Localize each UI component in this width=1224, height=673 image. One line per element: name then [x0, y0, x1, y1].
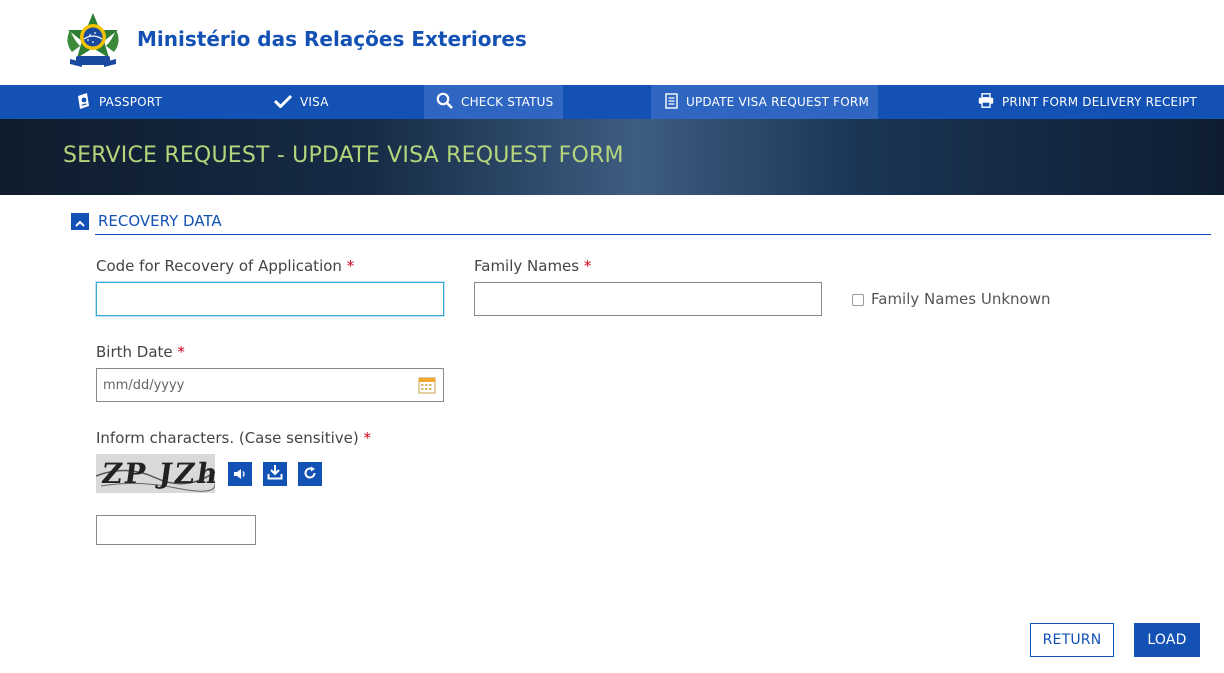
captcha-audio-button[interactable] [228, 462, 252, 486]
section-divider [95, 234, 1211, 235]
refresh-icon [303, 465, 317, 484]
nav-label-update-visa-request-form: UPDATE VISA REQUEST FORM [686, 95, 869, 109]
family-names-label: Family Names * [474, 257, 591, 275]
site-header: Ministério das Relações Exteriores [0, 0, 1224, 85]
nav-item-passport[interactable]: PASSPORT [76, 85, 162, 119]
captcha-refresh-button[interactable] [298, 462, 322, 486]
captcha-label-text: Inform characters. (Case sensitive) [96, 429, 359, 447]
load-button[interactable]: LOAD [1134, 623, 1200, 657]
family-names-input[interactable] [474, 282, 822, 316]
birth-date-label: Birth Date * [96, 343, 185, 361]
coat-of-arms-logo [62, 12, 124, 70]
document-icon [665, 92, 686, 112]
required-marker: * [346, 257, 355, 275]
printer-icon [978, 93, 1002, 111]
section-toggle-button[interactable] [71, 213, 89, 230]
download-icon [267, 464, 283, 484]
ministry-title: Ministério das Relações Exteriores [137, 27, 527, 51]
return-button[interactable]: RETURN [1030, 623, 1114, 657]
captcha-label: Inform characters. (Case sensitive) * [96, 429, 371, 447]
speaker-icon [233, 465, 247, 484]
recovery-code-label-text: Code for Recovery of Application [96, 257, 342, 275]
nav-label-print-form-delivery-receipt: PRINT FORM DELIVERY RECEIPT [1002, 95, 1198, 109]
required-marker: * [583, 257, 592, 275]
checkmark-icon [273, 94, 300, 111]
birth-date-input[interactable] [96, 368, 444, 402]
section-title: RECOVERY DATA [98, 212, 222, 230]
family-names-unknown-checkbox[interactable] [852, 294, 864, 306]
calendar-icon[interactable] [418, 377, 436, 394]
nav-label-passport: PASSPORT [99, 95, 162, 109]
nav-item-update-visa-request-form[interactable]: UPDATE VISA REQUEST FORM [651, 85, 878, 119]
recovery-code-input[interactable] [96, 282, 444, 316]
nav-item-print-form-delivery-receipt[interactable]: PRINT FORM DELIVERY RECEIPT [978, 85, 1197, 119]
nav-item-check-status[interactable]: CHECK STATUS [424, 85, 563, 119]
nav-label-check-status: CHECK STATUS [461, 95, 554, 109]
nav-item-visa[interactable]: VISA [273, 85, 329, 119]
captcha-input[interactable] [96, 515, 256, 545]
recovery-code-label: Code for Recovery of Application * [96, 257, 354, 275]
chevron-up-icon [75, 212, 85, 231]
captcha-download-button[interactable] [263, 462, 287, 486]
captcha-image: ZP JZh9 [96, 454, 215, 493]
page-title: SERVICE REQUEST - UPDATE VISA REQUEST FO… [63, 143, 624, 168]
captcha-text: ZP JZh9 [99, 457, 215, 490]
passport-icon [76, 92, 99, 112]
required-marker: * [363, 429, 372, 447]
required-marker: * [177, 343, 185, 361]
family-names-label-text: Family Names [474, 257, 580, 275]
search-icon [436, 92, 461, 112]
main-nav: PASSPORT VISA CHECK STATUS UPDATE VISA R… [0, 85, 1224, 119]
page-banner: SERVICE REQUEST - UPDATE VISA REQUEST FO… [0, 119, 1224, 195]
nav-label-visa: VISA [300, 95, 329, 109]
family-names-unknown-label: Family Names Unknown [871, 290, 1051, 308]
birth-date-label-text: Birth Date [96, 343, 173, 361]
